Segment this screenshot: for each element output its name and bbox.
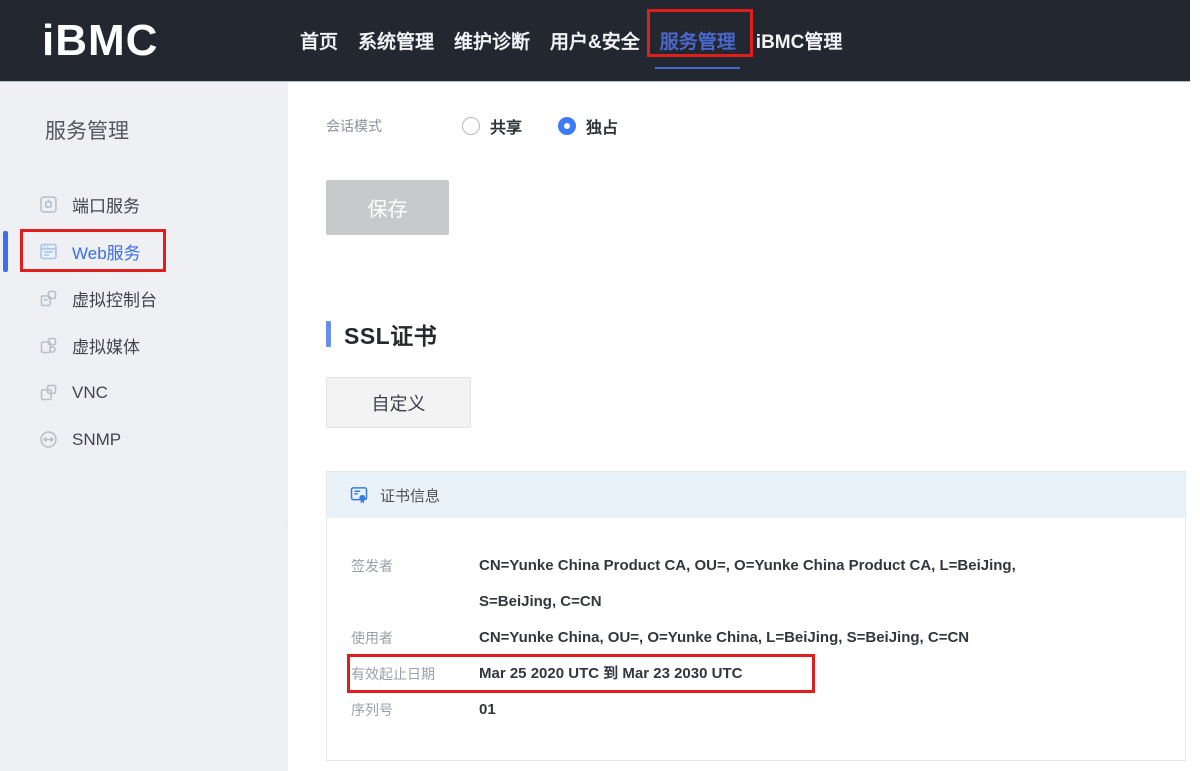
radio-circle-selected[interactable] bbox=[558, 117, 576, 135]
certificate-panel-body: 签发者 CN=Yunke China Product CA, OU=, O=Yu… bbox=[327, 518, 1185, 760]
nav-item-home[interactable]: 首页 bbox=[300, 0, 338, 81]
cert-row-value: Mar 25 2020 UTC 到 Mar 23 2030 UTC bbox=[479, 656, 742, 692]
sidebar-item-label: 虚拟控制台 bbox=[72, 286, 157, 311]
active-tab-underline bbox=[655, 67, 740, 69]
certificate-panel-title: 证书信息 bbox=[380, 485, 440, 506]
custom-certificate-button[interactable]: 自定义 bbox=[326, 377, 471, 428]
nav-item-system[interactable]: 系统管理 bbox=[358, 0, 434, 81]
session-mode-label: 会话模式 bbox=[326, 116, 462, 136]
session-mode-radio-group: 共享 独占 bbox=[462, 114, 618, 138]
ssl-section-header: SSL证书 bbox=[326, 319, 1200, 349]
cert-row-label: 签发者 bbox=[351, 548, 479, 620]
radio-exclusive[interactable]: 独占 bbox=[558, 114, 618, 138]
nav-label: 首页 bbox=[300, 27, 338, 54]
cert-row-value: CN=Yunke China Product CA, OU=, O=Yunke … bbox=[479, 548, 1035, 620]
sidebar-item-label: 端口服务 bbox=[72, 192, 140, 217]
cert-row-label: 使用者 bbox=[351, 620, 479, 656]
sidebar-item-snmp[interactable]: SNMP bbox=[0, 416, 288, 463]
cert-row-label: 有效起止日期 bbox=[351, 656, 479, 692]
sidebar-item-virtual-media[interactable]: 虚拟媒体 bbox=[0, 322, 288, 369]
radio-label: 共享 bbox=[490, 114, 522, 138]
save-button[interactable]: 保存 bbox=[326, 180, 449, 235]
section-accent-bar bbox=[326, 321, 331, 347]
main-nav: 首页 系统管理 维护诊断 用户&安全 服务管理 iBMC管理 bbox=[300, 0, 842, 81]
cert-row-label: 序列号 bbox=[351, 692, 479, 728]
certificate-icon bbox=[349, 485, 369, 505]
console-icon bbox=[38, 288, 59, 309]
snmp-icon bbox=[38, 429, 59, 450]
sidebar: 服务管理 端口服务 Web服务 bbox=[0, 82, 288, 771]
nav-label: 用户&安全 bbox=[550, 27, 640, 54]
cert-row-serial: 序列号 01 bbox=[351, 692, 1161, 728]
cert-row-value: 01 bbox=[479, 692, 496, 728]
session-mode-row: 会话模式 共享 独占 bbox=[326, 108, 1200, 144]
sidebar-item-port-service[interactable]: 端口服务 bbox=[0, 181, 288, 228]
cert-row-subject: 使用者 CN=Yunke China, OU=, O=Yunke China, … bbox=[351, 620, 1161, 656]
vnc-icon bbox=[38, 382, 59, 403]
top-header: iBMC 首页 系统管理 维护诊断 用户&安全 服务管理 iBMC管理 bbox=[0, 0, 1190, 82]
nav-item-ibmc-management[interactable]: iBMC管理 bbox=[756, 0, 843, 81]
sidebar-item-vnc[interactable]: VNC bbox=[0, 369, 288, 416]
web-icon bbox=[38, 241, 59, 262]
ibmc-logo: iBMC bbox=[42, 0, 300, 81]
radio-label: 独占 bbox=[586, 114, 618, 138]
certificate-info-panel: 证书信息 签发者 CN=Yunke China Product CA, OU=,… bbox=[326, 471, 1186, 761]
radio-circle-unselected[interactable] bbox=[462, 117, 480, 135]
sidebar-item-web-service[interactable]: Web服务 bbox=[0, 228, 288, 275]
nav-label: 维护诊断 bbox=[454, 27, 530, 54]
sidebar-menu: 端口服务 Web服务 虚拟 bbox=[0, 181, 288, 463]
media-icon bbox=[38, 335, 59, 356]
cert-row-issuer: 签发者 CN=Yunke China Product CA, OU=, O=Yu… bbox=[351, 548, 1161, 620]
sidebar-item-label: Web服务 bbox=[72, 239, 141, 264]
active-item-bar bbox=[3, 231, 8, 272]
nav-label: iBMC管理 bbox=[756, 27, 843, 54]
ssl-section-title: SSL证书 bbox=[344, 317, 437, 351]
main-content: 会话模式 共享 独占 保存 SSL证书 自定义 bbox=[288, 82, 1200, 771]
sidebar-item-label: VNC bbox=[72, 383, 108, 403]
nav-item-user-security[interactable]: 用户&安全 bbox=[550, 0, 640, 81]
port-icon bbox=[38, 194, 59, 215]
cert-row-validity: 有效起止日期 Mar 25 2020 UTC 到 Mar 23 2030 UTC bbox=[351, 656, 1161, 692]
cert-row-value: CN=Yunke China, OU=, O=Yunke China, L=Be… bbox=[479, 620, 969, 656]
nav-label: 服务管理 bbox=[660, 27, 736, 54]
nav-item-maintenance[interactable]: 维护诊断 bbox=[454, 0, 530, 81]
sidebar-item-virtual-console[interactable]: 虚拟控制台 bbox=[0, 275, 288, 322]
nav-item-service[interactable]: 服务管理 bbox=[660, 0, 736, 81]
sidebar-item-label: SNMP bbox=[72, 430, 121, 450]
sidebar-item-label: 虚拟媒体 bbox=[72, 333, 140, 358]
radio-shared[interactable]: 共享 bbox=[462, 114, 522, 138]
certificate-panel-header: 证书信息 bbox=[327, 472, 1185, 518]
sidebar-title: 服务管理 bbox=[0, 82, 288, 145]
nav-label: 系统管理 bbox=[358, 27, 434, 54]
